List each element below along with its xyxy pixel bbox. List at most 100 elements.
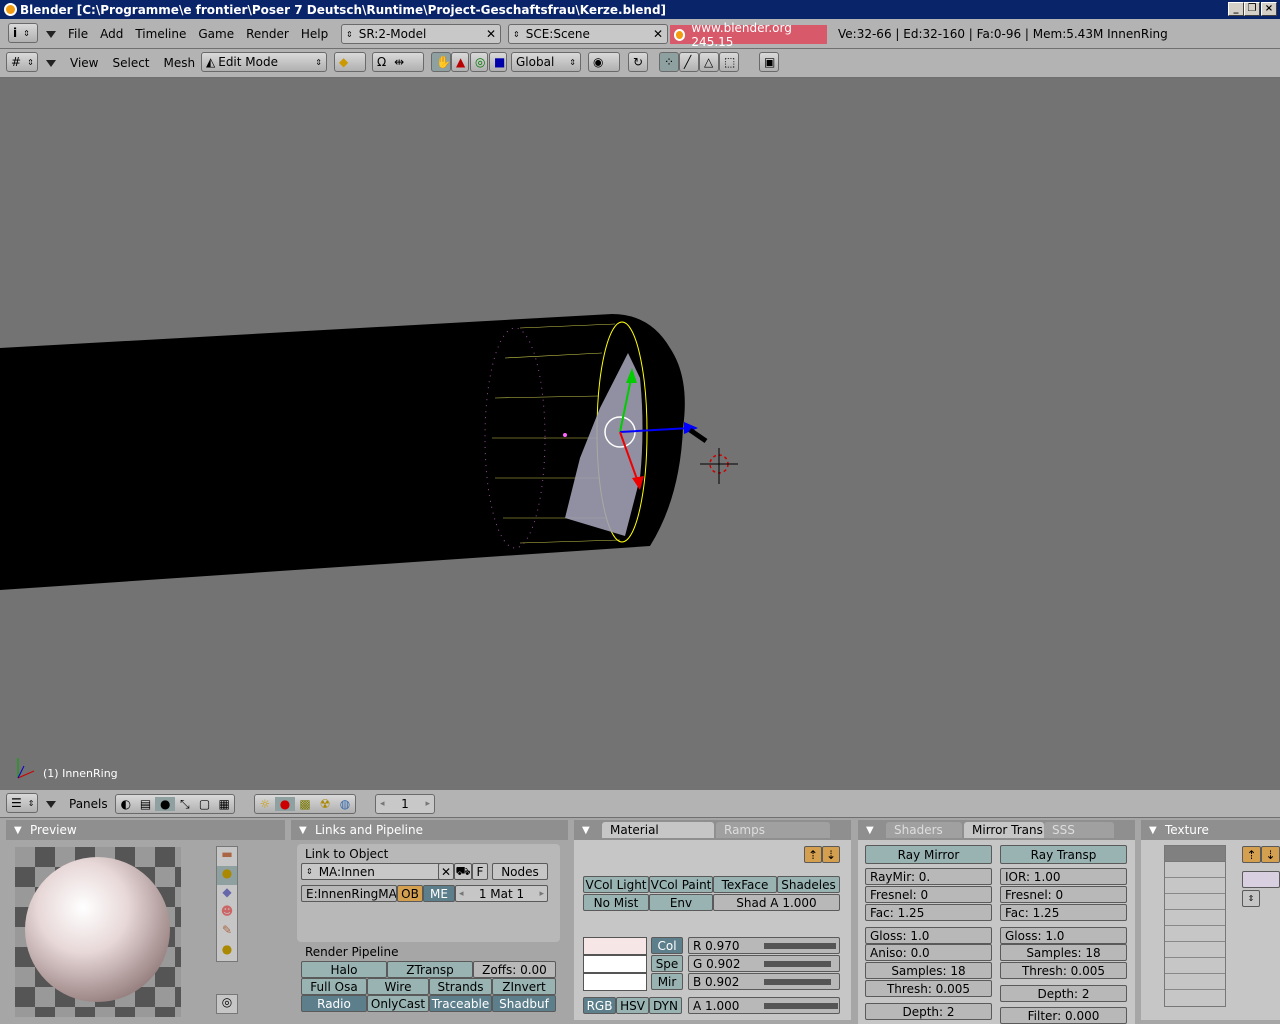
- collapse-triangle-icon[interactable]: ▼: [582, 825, 590, 836]
- tab-shaders[interactable]: Shaders: [886, 822, 962, 838]
- sky-preview-icon[interactable]: ●: [217, 942, 237, 961]
- mode-selector[interactable]: ◭ Edit Mode ⇕: [201, 52, 327, 72]
- window-type-selector-3d[interactable]: # ⇕: [6, 52, 38, 72]
- collapse-triangle-icon[interactable]: ▼: [1149, 825, 1157, 836]
- spe-toggle[interactable]: Spe: [651, 955, 683, 972]
- texture-browse-field[interactable]: [1242, 871, 1280, 888]
- texture-channel-2[interactable]: [1165, 862, 1225, 878]
- green-slider[interactable]: G 0.902: [688, 955, 840, 972]
- menu-view[interactable]: View: [63, 56, 105, 70]
- render-view-button[interactable]: ▣: [759, 52, 779, 72]
- texture-panel-header[interactable]: ▼ Texture: [1141, 820, 1280, 840]
- mirror-fac-slider[interactable]: Fac: 1.25: [865, 904, 992, 921]
- object-context-icon[interactable]: ⤡: [175, 797, 195, 812]
- traceable-toggle[interactable]: Traceable: [429, 995, 492, 1012]
- screen-selector[interactable]: ⇕ SR:2-Model ✕: [341, 24, 501, 44]
- menu-select[interactable]: Select: [105, 56, 156, 70]
- mirror-fresnel-slider[interactable]: Fresnel: 0: [865, 886, 992, 903]
- restore-button[interactable]: ❐: [1244, 2, 1260, 16]
- texture-channel-8[interactable]: [1165, 958, 1225, 974]
- face-select-mode[interactable]: △: [699, 52, 719, 72]
- rgb-toggle[interactable]: RGB: [583, 997, 616, 1014]
- edge-select-mode[interactable]: ╱: [679, 52, 699, 72]
- texture-browse-menu[interactable]: ⇕: [1242, 890, 1260, 907]
- links-panel-header[interactable]: ▼ Links and Pipeline: [291, 820, 568, 840]
- unlink-material-button[interactable]: ✕: [438, 863, 454, 880]
- collapse-triangle-icon[interactable]: ▼: [866, 825, 874, 836]
- translate-manipulator[interactable]: ▲: [451, 52, 469, 72]
- menu-mesh[interactable]: Mesh: [157, 56, 203, 70]
- raymir-slider[interactable]: RayMir: 0.: [865, 868, 992, 885]
- ob-toggle[interactable]: OB: [397, 885, 423, 902]
- menu-timeline[interactable]: Timeline: [129, 27, 192, 41]
- no-mist-toggle[interactable]: No Mist: [583, 894, 649, 911]
- env-toggle[interactable]: Env: [649, 894, 713, 911]
- copy-material-button[interactable]: ⇡: [804, 846, 822, 863]
- dyn-toggle[interactable]: DYN: [649, 997, 682, 1014]
- col-swatch[interactable]: [583, 937, 647, 955]
- ray-transp-toggle[interactable]: Ray Transp: [1000, 845, 1127, 864]
- scene-selector[interactable]: ⇕ SCE:Scene ✕: [508, 24, 668, 44]
- mir-swatch[interactable]: [583, 973, 647, 991]
- increment-arrow-icon[interactable]: ▸: [425, 799, 430, 809]
- shadeless-toggle[interactable]: Shadeles: [777, 876, 840, 893]
- strands-toggle[interactable]: Strands: [429, 978, 492, 995]
- transp-fresnel-slider[interactable]: Fresnel: 0: [1000, 886, 1127, 903]
- halo-toggle[interactable]: Halo: [301, 961, 387, 978]
- scene-context-icon[interactable]: ▦: [214, 797, 234, 811]
- f-button[interactable]: F: [472, 863, 488, 880]
- nodes-button[interactable]: Nodes: [492, 863, 548, 880]
- menu-file[interactable]: File: [62, 27, 94, 41]
- ior-slider[interactable]: IOR: 1.00: [1000, 868, 1127, 885]
- window-type-selector-buttons[interactable]: ☰ ⇕: [6, 793, 38, 813]
- editing-context-icon[interactable]: ▢: [195, 797, 215, 811]
- pivot-selector[interactable]: Ω ⇹: [372, 52, 424, 72]
- radiosity-icon[interactable]: ☢: [315, 797, 335, 811]
- menu-render[interactable]: Render: [240, 27, 295, 41]
- tab-material[interactable]: Material: [602, 822, 714, 838]
- proportional-edit-selector[interactable]: ◉: [588, 52, 620, 72]
- shad-alpha-field[interactable]: Shad A 1.000: [713, 894, 840, 911]
- mirror-gloss-slider[interactable]: Gloss: 1.0: [865, 927, 992, 944]
- ray-mirror-toggle[interactable]: Ray Mirror: [865, 845, 992, 864]
- panels-menu[interactable]: Panels: [69, 797, 108, 811]
- delete-screen-icon[interactable]: ✕: [486, 27, 496, 41]
- 3d-viewport[interactable]: (1) InnenRing: [0, 78, 1280, 790]
- lamp-icon[interactable]: ☼: [255, 797, 275, 811]
- rotate-manipulator[interactable]: ◎: [470, 52, 488, 72]
- mirror-depth-field[interactable]: Depth: 2: [865, 1003, 992, 1020]
- collapse-menu-icon[interactable]: [46, 60, 56, 67]
- me-toggle[interactable]: ME: [423, 885, 455, 902]
- occlude-geometry-toggle[interactable]: ⬚: [719, 52, 739, 72]
- texface-toggle[interactable]: TexFace: [713, 876, 777, 893]
- collapse-triangle-icon[interactable]: ▼: [299, 825, 307, 836]
- texture-icon[interactable]: ▩: [295, 797, 315, 811]
- close-window-button[interactable]: ×: [1261, 2, 1277, 16]
- manipulator-toggle[interactable]: ✋: [431, 52, 451, 72]
- logic-context-icon[interactable]: ◐: [116, 797, 136, 811]
- transp-gloss-slider[interactable]: Gloss: 1.0: [1000, 927, 1127, 944]
- mir-toggle[interactable]: Mir: [651, 973, 683, 990]
- aniso-slider[interactable]: Aniso: 0.0: [865, 944, 992, 961]
- vcol-paint-toggle[interactable]: VCol Paint: [649, 876, 713, 893]
- zoffs-field[interactable]: Zoffs: 0.00: [473, 961, 556, 978]
- collapse-menu-icon[interactable]: [46, 31, 56, 38]
- texture-channel-7[interactable]: [1165, 942, 1225, 958]
- monkey-preview-icon[interactable]: ☻: [217, 904, 237, 923]
- texture-channel-6[interactable]: [1165, 926, 1225, 942]
- transp-depth-field[interactable]: Depth: 2: [1000, 985, 1127, 1002]
- transp-fac-slider[interactable]: Fac: 1.25: [1000, 904, 1127, 921]
- texture-channel-4[interactable]: [1165, 894, 1225, 910]
- script-context-icon[interactable]: ▤: [136, 797, 156, 811]
- copy-texture-button[interactable]: ⇡: [1242, 846, 1261, 863]
- frame-number-field[interactable]: ◂ 1 ▸: [375, 794, 435, 814]
- material-name-field[interactable]: ⇕ MA:Innen: [301, 863, 444, 880]
- transp-samples-field[interactable]: Samples: 18: [1000, 944, 1127, 961]
- filter-field[interactable]: Filter: 0.000: [1000, 1007, 1127, 1024]
- collapse-triangle-icon[interactable]: ▼: [14, 825, 22, 836]
- col-toggle[interactable]: Col: [651, 937, 683, 954]
- blue-slider[interactable]: B 0.902: [688, 973, 840, 990]
- draw-type-selector[interactable]: ◆: [334, 52, 366, 72]
- website-link[interactable]: www.blender.org 245.15: [670, 21, 827, 49]
- flat-preview-icon[interactable]: ▬: [217, 847, 237, 866]
